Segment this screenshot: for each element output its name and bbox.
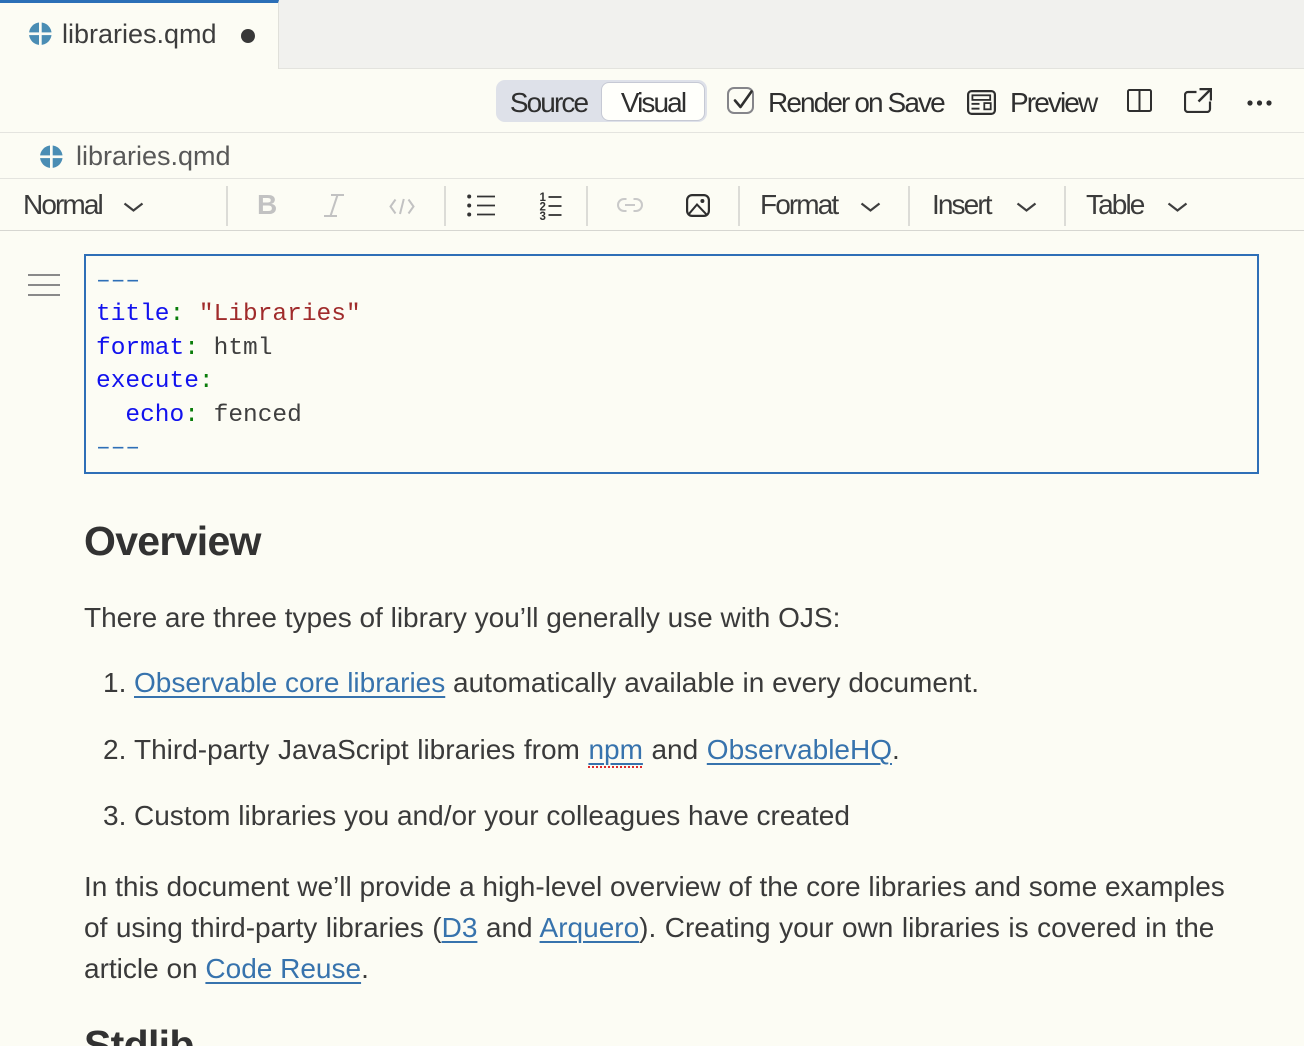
svg-text:3: 3 (540, 211, 546, 221)
